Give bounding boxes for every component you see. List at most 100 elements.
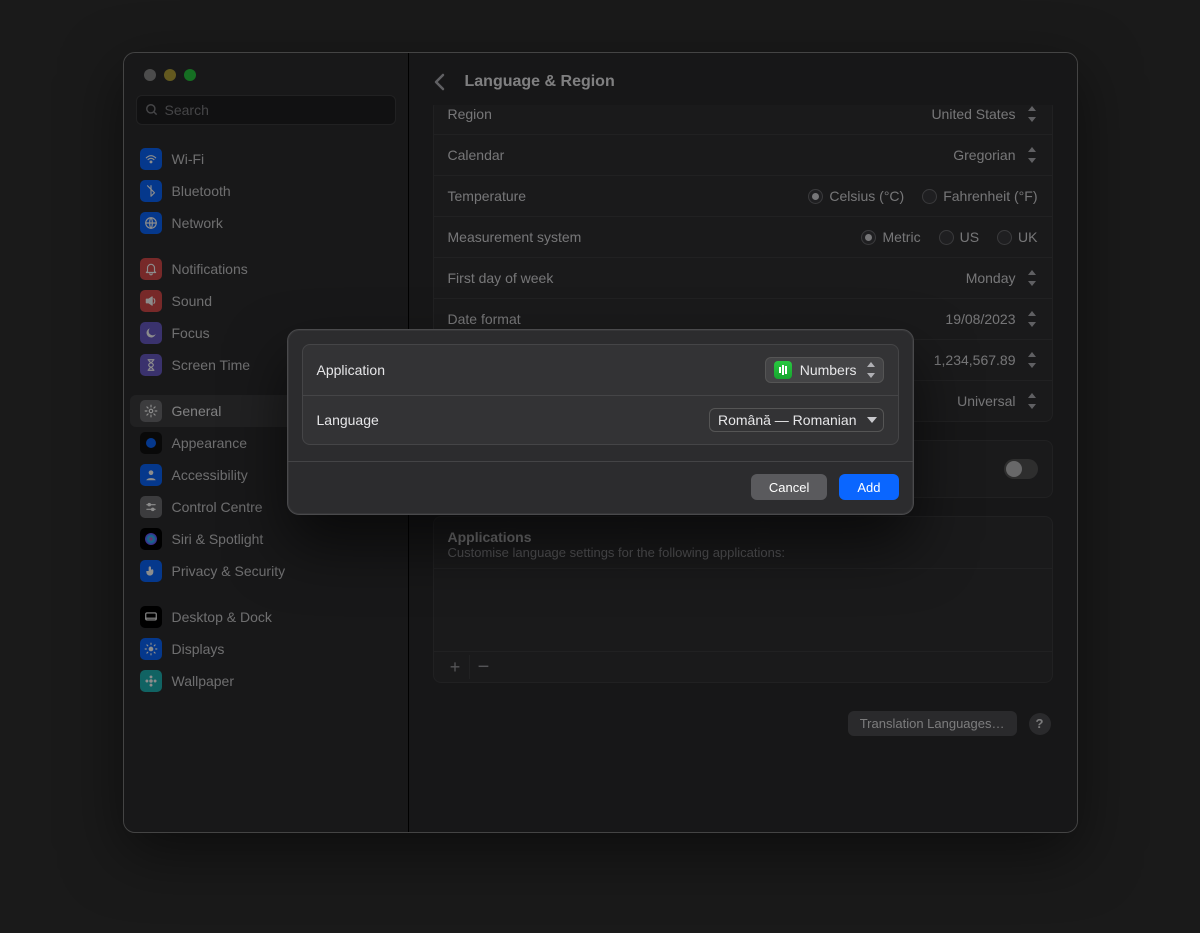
sidebar-item-label: Displays xyxy=(172,641,225,657)
updown-icon xyxy=(1026,147,1038,163)
minimize-window-button[interactable] xyxy=(164,69,176,81)
remove-application-button[interactable]: − xyxy=(470,655,498,679)
temperature-label: Temperature xyxy=(448,188,527,204)
add-button[interactable]: Add xyxy=(839,474,898,500)
temperature-radio-label: Celsius (°C) xyxy=(829,188,904,204)
numbers-app-icon xyxy=(774,361,792,379)
sound-icon xyxy=(140,290,162,312)
application-row: Application Numbers xyxy=(303,345,898,396)
radio-icon xyxy=(997,230,1012,245)
applications-subtitle: Customise language settings for the foll… xyxy=(448,545,1038,560)
measurement-radio-0[interactable]: Metric xyxy=(861,229,920,245)
updown-icon xyxy=(1026,270,1038,286)
language-label: Language xyxy=(317,412,379,428)
radio-icon xyxy=(922,189,937,204)
help-button[interactable]: ? xyxy=(1029,713,1051,735)
sidebar-item-label: Wallpaper xyxy=(172,673,235,689)
measurement-radio-label: Metric xyxy=(882,229,920,245)
divider xyxy=(288,461,913,462)
sidebar-item-wallpaper[interactable]: Wallpaper xyxy=(130,665,402,697)
region-row[interactable]: Region United States xyxy=(434,105,1052,135)
hourglass-icon xyxy=(140,354,162,376)
switches-icon xyxy=(140,496,162,518)
sidebar-item-label: Wi-Fi xyxy=(172,151,205,167)
sidebar-item-label: Siri & Spotlight xyxy=(172,531,264,547)
sidebar-item-network[interactable]: Network xyxy=(130,207,402,239)
updown-icon xyxy=(1026,352,1038,368)
updown-icon xyxy=(865,362,877,378)
sidebar-item-label: Notifications xyxy=(172,261,248,277)
measurement-radio-1[interactable]: US xyxy=(939,229,979,245)
add-application-language-dialog: Application Numbers Language Română — Ro… xyxy=(287,329,914,515)
language-select[interactable]: Română — Romanian xyxy=(709,408,884,432)
radio-icon xyxy=(808,189,823,204)
page-title: Language & Region xyxy=(465,73,615,91)
sidebar-item-label: Desktop & Dock xyxy=(172,609,272,625)
sidebar-item-label: Control Centre xyxy=(172,499,263,515)
sidebar-item-sound[interactable]: Sound xyxy=(130,285,402,317)
titlebar: Language & Region xyxy=(409,53,1077,105)
siri-icon xyxy=(140,528,162,550)
sidebar-item-siri-spotlight[interactable]: Siri & Spotlight xyxy=(130,523,402,555)
measurement-radio-2[interactable]: UK xyxy=(997,229,1037,245)
updown-icon xyxy=(1026,311,1038,327)
dot-icon xyxy=(140,432,162,454)
application-select[interactable]: Numbers xyxy=(765,357,884,383)
radio-icon xyxy=(861,230,876,245)
region-value: United States xyxy=(931,106,1015,122)
fullscreen-window-button[interactable] xyxy=(184,69,196,81)
numberformat-value: 1,234,567.89 xyxy=(934,352,1016,368)
moon-icon xyxy=(140,322,162,344)
radio-icon xyxy=(939,230,954,245)
wifi-icon xyxy=(140,148,162,170)
dateformat-label: Date format xyxy=(448,311,521,327)
firstday-row[interactable]: First day of week Monday xyxy=(434,258,1052,299)
bell-icon xyxy=(140,258,162,280)
sidebar-item-label: Appearance xyxy=(172,435,248,451)
dialog-panel: Application Numbers Language Română — Ro… xyxy=(302,344,899,445)
updown-icon xyxy=(1026,106,1038,122)
back-button[interactable] xyxy=(427,69,453,95)
sidebar-item-desktop-dock[interactable]: Desktop & Dock xyxy=(130,601,402,633)
sidebar-item-label: Privacy & Security xyxy=(172,563,286,579)
sidebar-item-label: Bluetooth xyxy=(172,183,231,199)
dateformat-value: 19/08/2023 xyxy=(945,311,1015,327)
flower-icon xyxy=(140,670,162,692)
chevron-down-icon xyxy=(867,415,877,425)
close-window-button[interactable] xyxy=(144,69,156,81)
measurement-row: Measurement system Metric US UK xyxy=(434,217,1052,258)
temperature-radio-0[interactable]: Celsius (°C) xyxy=(808,188,904,204)
sidebar-item-label: Screen Time xyxy=(172,357,251,373)
sidebar-search[interactable] xyxy=(136,95,396,125)
calendar-row[interactable]: Calendar Gregorian xyxy=(434,135,1052,176)
system-settings-window: Wi-Fi Bluetooth Network Notifications Sound F… xyxy=(123,52,1078,833)
temperature-radio-label: Fahrenheit (°F) xyxy=(943,188,1037,204)
globe-icon xyxy=(140,212,162,234)
language-value: Română — Romanian xyxy=(718,412,857,428)
hand-icon xyxy=(140,560,162,582)
search-icon xyxy=(145,103,159,117)
measurement-radio-label: UK xyxy=(1018,229,1037,245)
sidebar-item-label: Accessibility xyxy=(172,467,248,483)
sidebar-item-bluetooth[interactable]: Bluetooth xyxy=(130,175,402,207)
language-row: Language Română — Romanian xyxy=(303,396,898,444)
listsort-value: Universal xyxy=(957,393,1015,409)
sidebar-item-label: Focus xyxy=(172,325,210,341)
add-application-button[interactable]: + xyxy=(442,655,470,679)
region-label: Region xyxy=(448,106,492,122)
sidebar-item-displays[interactable]: Displays xyxy=(130,633,402,665)
sidebar-item-wi-fi[interactable]: Wi-Fi xyxy=(130,143,402,175)
sidebar-item-privacy-security[interactable]: Privacy & Security xyxy=(130,555,402,587)
translation-languages-button[interactable]: Translation Languages… xyxy=(848,711,1017,736)
firstday-value: Monday xyxy=(966,270,1016,286)
livetext-toggle[interactable] xyxy=(1004,459,1038,479)
measurement-label: Measurement system xyxy=(448,229,582,245)
sidebar-item-label: Network xyxy=(172,215,223,231)
sidebar-item-notifications[interactable]: Notifications xyxy=(130,253,402,285)
cancel-button[interactable]: Cancel xyxy=(751,474,827,500)
applications-title: Applications xyxy=(448,529,1038,545)
gear-icon xyxy=(140,400,162,422)
temperature-radio-1[interactable]: Fahrenheit (°F) xyxy=(922,188,1037,204)
sun-icon xyxy=(140,638,162,660)
search-input[interactable] xyxy=(165,102,387,118)
